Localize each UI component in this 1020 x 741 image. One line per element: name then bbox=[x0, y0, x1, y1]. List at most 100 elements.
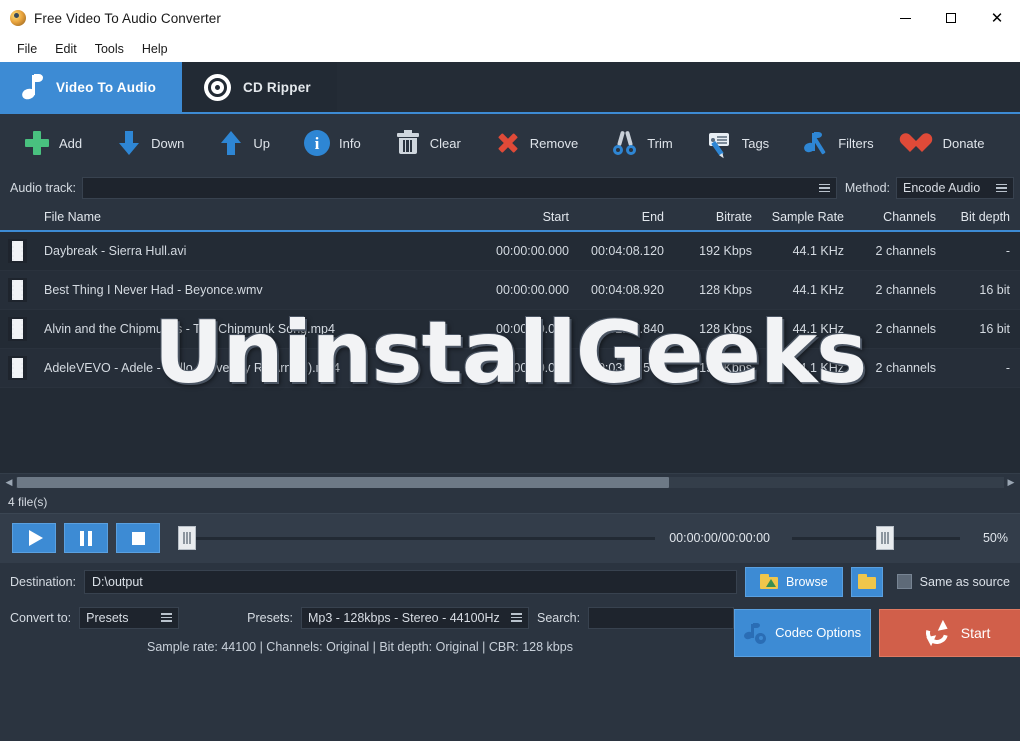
header-bitrate[interactable]: Bitrate bbox=[664, 210, 752, 224]
pause-button[interactable] bbox=[64, 523, 108, 553]
header-sample-rate[interactable]: Sample Rate bbox=[752, 210, 844, 224]
scrollbar-track[interactable] bbox=[16, 476, 1004, 488]
presets-label: Presets: bbox=[247, 610, 293, 625]
menu-item-file[interactable]: File bbox=[8, 39, 46, 59]
tags-button-label: Tags bbox=[741, 135, 770, 151]
close-button[interactable]: ✕ bbox=[974, 0, 1020, 36]
seek-slider[interactable] bbox=[178, 523, 656, 553]
chevron-down-icon bbox=[811, 183, 830, 193]
tab-strip: Video To Audio CD Ripper bbox=[0, 62, 1020, 114]
volume-percent: 50% bbox=[982, 531, 1008, 545]
title-bar: Free Video To Audio Converter ✕ bbox=[0, 0, 1020, 36]
scrollbar-thumb[interactable] bbox=[17, 476, 670, 488]
table-row[interactable]: Best Thing I Never Had - Beyonce.wmv 00:… bbox=[0, 271, 1020, 310]
header-channels[interactable]: Channels bbox=[844, 210, 936, 224]
tab-video-to-audio[interactable]: Video To Audio bbox=[0, 62, 183, 112]
cell-bit-depth: - bbox=[1005, 361, 1010, 375]
tags-button[interactable]: Tags bbox=[697, 124, 779, 162]
table-row[interactable]: AdeleVEVO - Adele - Hello (Cover by RJ A… bbox=[0, 349, 1020, 388]
caret-right-icon[interactable]: ▶ bbox=[1004, 477, 1018, 488]
arrow-up-icon bbox=[218, 130, 244, 156]
up-button[interactable]: Up bbox=[208, 124, 280, 162]
menu-item-help[interactable]: Help bbox=[133, 39, 177, 59]
cell-channels: 2 channels bbox=[875, 283, 936, 297]
info-button-label: Info bbox=[339, 135, 361, 151]
info-button[interactable]: i Info bbox=[294, 124, 371, 162]
codec-options-button[interactable]: Codec Options bbox=[734, 608, 872, 657]
compact-disc-icon bbox=[204, 73, 232, 101]
start-button-label: Start bbox=[960, 624, 991, 641]
cell-file-name: Best Thing I Never Had - Beyonce.wmv bbox=[44, 283, 263, 297]
cell-bitrate: 128 Kbps bbox=[699, 322, 752, 336]
header-file-name[interactable]: File Name bbox=[34, 210, 477, 224]
method-label: Method: bbox=[844, 181, 890, 195]
maximize-button[interactable] bbox=[928, 0, 974, 36]
volume-slider[interactable] bbox=[792, 523, 960, 553]
plus-icon bbox=[24, 130, 50, 156]
arrow-down-icon bbox=[116, 130, 142, 156]
play-button[interactable] bbox=[12, 523, 56, 553]
music-note-icon bbox=[20, 74, 44, 101]
down-button[interactable]: Down bbox=[106, 124, 194, 162]
open-folder-button[interactable] bbox=[850, 566, 883, 597]
menu-item-edit[interactable]: Edit bbox=[46, 39, 86, 59]
minimize-button[interactable] bbox=[882, 0, 928, 36]
cell-sample-rate: 44.1 KHz bbox=[792, 322, 844, 336]
cell-channels: 2 channels bbox=[875, 361, 936, 375]
cell-bitrate: 128 Kbps bbox=[699, 283, 752, 297]
table-row[interactable]: Alvin and the Chipmunks - The Chipmunk S… bbox=[0, 310, 1020, 349]
same-as-source-checkbox[interactable]: Same as source bbox=[896, 574, 1010, 589]
clear-button[interactable]: Clear bbox=[385, 124, 471, 162]
window-title: Free Video To Audio Converter bbox=[34, 10, 222, 26]
trim-button[interactable]: Trim bbox=[602, 124, 683, 162]
row-icon-cell bbox=[0, 317, 34, 341]
add-button[interactable]: Add bbox=[14, 124, 92, 162]
film-strip-icon bbox=[7, 356, 27, 380]
horizontal-scrollbar[interactable]: ◀ ▶ bbox=[0, 472, 1020, 491]
remove-button[interactable]: Remove bbox=[485, 124, 588, 162]
filters-button[interactable]: Filters bbox=[793, 124, 883, 162]
cross-icon bbox=[495, 130, 521, 156]
table-header-row: File Name Start End Bitrate Sample Rate … bbox=[0, 204, 1020, 232]
search-input[interactable] bbox=[588, 606, 735, 629]
player-bar: 00:00:00/00:00:00 50% bbox=[0, 512, 1020, 563]
destination-label: Destination: bbox=[10, 574, 77, 589]
presets-select[interactable]: Mp3 - 128kbps - Stereo - 44100Hz bbox=[301, 606, 529, 629]
cell-channels: 2 channels bbox=[875, 244, 936, 258]
application-window: Free Video To Audio Converter ✕ File Edi… bbox=[0, 0, 1020, 741]
header-start[interactable]: Start bbox=[477, 210, 569, 224]
audio-track-select[interactable] bbox=[82, 177, 837, 199]
convert-to-select[interactable]: Presets bbox=[79, 606, 180, 629]
header-bit-depth[interactable]: Bit depth bbox=[936, 210, 1020, 224]
browse-button[interactable]: Browse bbox=[744, 566, 843, 597]
seek-slider-handle[interactable] bbox=[178, 526, 196, 550]
browse-button-label: Browse bbox=[785, 574, 828, 589]
method-select[interactable]: Encode Audio bbox=[896, 177, 1014, 199]
caret-left-icon[interactable]: ◀ bbox=[2, 477, 16, 488]
close-icon: ✕ bbox=[990, 9, 1004, 27]
method-value: Encode Audio bbox=[903, 181, 981, 195]
checkbox-box[interactable] bbox=[896, 574, 912, 589]
chevron-down-icon bbox=[503, 613, 522, 622]
header-end[interactable]: End bbox=[569, 210, 664, 224]
seek-slider-track[interactable] bbox=[178, 536, 656, 540]
donate-button[interactable]: Donate bbox=[898, 124, 995, 162]
cell-sample-rate: 44.1 KHz bbox=[792, 361, 844, 375]
convert-to-label: Convert to: bbox=[10, 610, 72, 625]
table-row[interactable]: Daybreak - Sierra Hull.avi 00:00:00.000 … bbox=[0, 232, 1020, 271]
stop-button[interactable] bbox=[116, 523, 160, 553]
tab-cd-ripper[interactable]: CD Ripper bbox=[182, 62, 337, 112]
cell-file-name: Alvin and the Chipmunks - The Chipmunk S… bbox=[44, 322, 335, 336]
tab-cd-ripper-label: CD Ripper bbox=[243, 79, 311, 95]
volume-slider-handle[interactable] bbox=[876, 526, 894, 550]
cell-bit-depth: - bbox=[1005, 244, 1010, 258]
destination-input[interactable]: D:\output bbox=[84, 569, 737, 594]
menu-item-tools[interactable]: Tools bbox=[86, 39, 133, 59]
cell-bitrate: 192 Kbps bbox=[699, 361, 752, 375]
play-icon bbox=[28, 530, 43, 546]
conversion-settings-row: Convert to: Presets Presets: Mp3 - 128kb… bbox=[10, 606, 735, 629]
maximize-icon bbox=[946, 13, 956, 23]
tag-pencil-icon bbox=[707, 130, 733, 157]
start-button[interactable]: Start bbox=[879, 608, 1020, 657]
heart-icon bbox=[908, 130, 934, 156]
